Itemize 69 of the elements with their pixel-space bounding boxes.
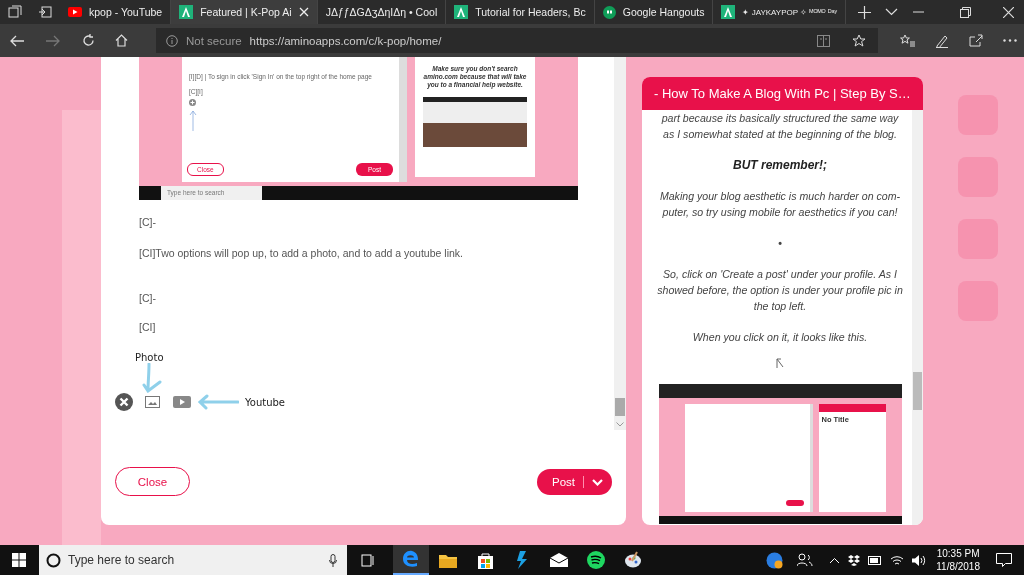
forward-icon[interactable] [46, 34, 60, 47]
search-field[interactable]: Type here to search [39, 545, 347, 575]
chevron-up-icon[interactable] [829, 556, 841, 564]
body-text: [CI] [139, 321, 156, 334]
preview-title: - How To Make A Blog With Pc | Step By S… [642, 77, 923, 110]
people-icon[interactable] [797, 553, 814, 567]
share-icon[interactable] [969, 34, 983, 47]
annotation-label: Youtube [245, 396, 285, 408]
scrollbar[interactable] [614, 57, 626, 430]
task-view-icon[interactable] [361, 553, 375, 567]
arrow-left-drawing [197, 394, 239, 410]
bullet-text: • [777, 236, 783, 251]
speaker-icon[interactable] [912, 554, 927, 566]
chat-logo-icon [602, 5, 616, 19]
clock-date[interactable]: 11/8/2018 [936, 560, 980, 573]
microphone-icon[interactable] [329, 553, 337, 567]
app-logo-icon [454, 5, 469, 19]
new-tab-icon[interactable] [858, 5, 872, 19]
battery-icon[interactable] [868, 555, 883, 565]
paragraph-text: part because its basically structured the same way as I somewhat stated at the beginning of the blog. [660, 111, 900, 142]
wifi-icon[interactable] [890, 554, 905, 566]
browser-taskbar-icon[interactable] [393, 545, 429, 575]
scrollbar[interactable] [912, 110, 923, 525]
address-bar[interactable]: Not secure https://aminoapps.com/c/k-pop/home/ [156, 28, 878, 53]
pen-icon[interactable] [935, 33, 949, 48]
notifications-icon[interactable] [996, 553, 1012, 567]
app-logo-icon [721, 5, 736, 19]
image-icon[interactable] [145, 396, 160, 408]
close-icon[interactable] [298, 7, 309, 17]
annotation-label: Photo [135, 352, 164, 363]
scrollbar-thumb[interactable] [615, 398, 625, 416]
tabs-icon[interactable] [8, 5, 22, 19]
scrollbar-thumb[interactable] [913, 372, 922, 410]
restore-icon[interactable] [960, 6, 971, 18]
star-icon[interactable] [852, 33, 866, 48]
home-icon[interactable] [115, 34, 128, 47]
security-label: Not secure [186, 34, 242, 47]
cursor-icon [776, 358, 784, 368]
close-circle-icon[interactable] [115, 393, 133, 411]
url-text: https://aminoapps.com/c/k-pop/home/ [249, 34, 442, 47]
paragraph-text: BUT remember!; [732, 157, 828, 173]
paragraph-text: Making your blog aesthetic is much harder on com-puter, so try using mobile for aesthetics if you can! [658, 189, 902, 220]
favorites-icon[interactable] [900, 34, 915, 47]
reading-view-icon[interactable] [817, 34, 830, 47]
play-logo-icon [68, 7, 82, 17]
windows-logo-icon[interactable] [12, 553, 26, 567]
body-text: [CI]Two options will pop up, to add a photo, and to add a youtube link. [139, 247, 463, 260]
arrow-down-drawing [141, 363, 163, 393]
dropbox-icon[interactable] [848, 554, 861, 566]
arrow-up-drawing [189, 109, 197, 131]
video-icon[interactable] [173, 396, 191, 408]
plus-circle-icon [189, 99, 196, 106]
body-text: [C]- [139, 216, 156, 229]
app-logo-icon [179, 5, 194, 19]
more-icon[interactable] [1003, 39, 1017, 42]
info-icon [166, 34, 178, 47]
back-icon[interactable] [10, 34, 24, 47]
paragraph-text: So, click on 'Create a post' under your profile. As I showed before, the option is under your profile pic in the top left. [656, 267, 904, 314]
set-aside-tabs-icon[interactable] [38, 5, 52, 19]
close-icon[interactable] [1003, 6, 1014, 18]
clock-time[interactable]: 10:35 PM [936, 547, 980, 560]
header-bar [818, 404, 886, 412]
close-button[interactable]: Close [115, 467, 190, 496]
search-icon [46, 552, 61, 568]
post-button[interactable]: Post [537, 469, 612, 495]
paragraph-text: When you click on it, it looks like this. [691, 330, 869, 345]
body-text: [C]- [139, 292, 156, 305]
refresh-icon[interactable] [82, 34, 95, 47]
browser-tab[interactable]: Featured | K-Pop Ai [171, 0, 318, 24]
